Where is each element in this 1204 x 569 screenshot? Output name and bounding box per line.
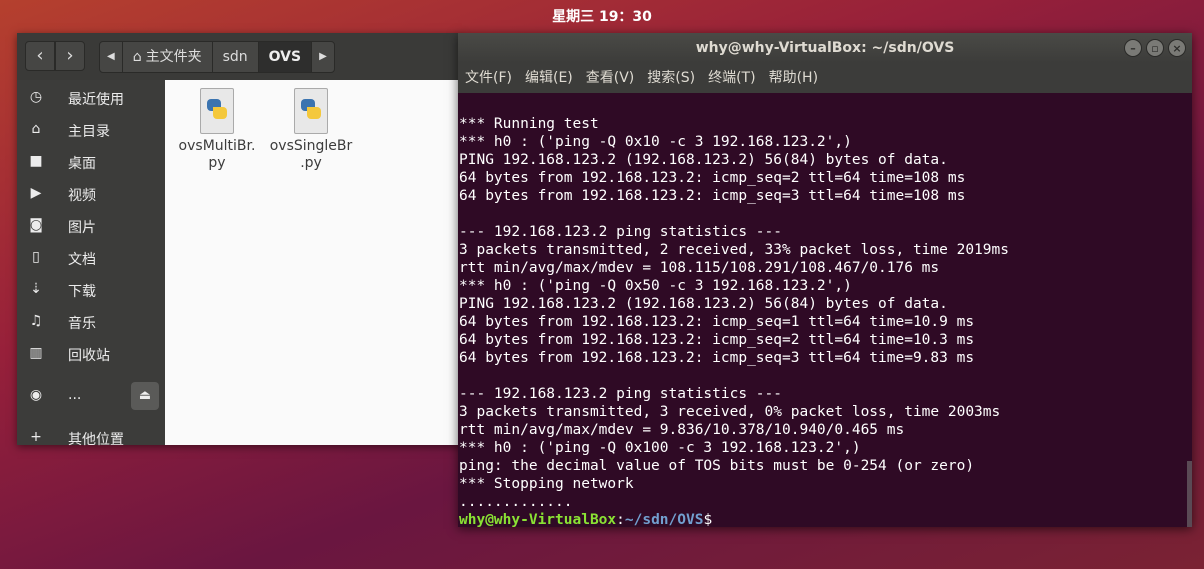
python-file-icon <box>294 88 328 134</box>
terminal-line: 3 packets transmitted, 2 received, 33% p… <box>459 242 1009 258</box>
prompt-user: why@why-VirtualBox <box>459 512 617 528</box>
terminal-prompt[interactable]: why@why-VirtualBox:~/sdn/OVS$ <box>458 511 1185 529</box>
terminal-line: 64 bytes from 192.168.123.2: icmp_seq=1 … <box>459 314 975 330</box>
terminal-line: 64 bytes from 192.168.123.2: icmp_seq=2 … <box>459 332 975 348</box>
chevron-left-icon: ‹ <box>36 45 44 66</box>
menu-help[interactable]: 帮助(H) <box>762 63 824 93</box>
file-name-line2: .py <box>300 155 322 171</box>
breadcrumb-sdn[interactable]: sdn <box>213 42 259 72</box>
prompt-symbol: $ <box>703 512 713 528</box>
clock[interactable]: 星期三 19：30 <box>0 6 1204 26</box>
eject-icon: ⏏ <box>138 388 152 403</box>
maximize-icon: ▫ <box>1151 42 1159 55</box>
terminal-line: ............. <box>459 494 573 510</box>
sidebar-item-trash[interactable]: ▥ 回收站 <box>17 338 165 370</box>
prompt-path: ~/sdn/OVS <box>624 512 704 528</box>
file-name-line1: ovsMultiBr. <box>178 138 256 154</box>
terminal-line: *** Running test <box>459 116 599 132</box>
close-icon: × <box>1172 42 1182 55</box>
file-view: ovsMultiBr. py ovsSingleBr .py <box>165 80 462 445</box>
video-icon: ▶ <box>30 185 42 201</box>
close-button[interactable]: × <box>1168 39 1186 57</box>
terminal-line: 3 packets transmitted, 3 received, 0% pa… <box>459 404 1001 420</box>
breadcrumb-ovs[interactable]: OVS <box>258 42 313 72</box>
terminal-line: --- 192.168.123.2 ping statistics --- <box>459 386 783 402</box>
breadcrumb-left-arrow[interactable]: ◀ <box>100 42 123 72</box>
music-icon: ♫ <box>29 313 43 329</box>
sidebar-item-pictures[interactable]: ◙ 图片 <box>17 210 165 242</box>
menu-file[interactable]: 文件(F) <box>458 63 518 93</box>
trash-icon: ▥ <box>29 345 43 361</box>
menu-edit[interactable]: 编辑(E) <box>518 63 579 93</box>
home-icon: ⌂ <box>31 121 41 137</box>
sidebar-item-home[interactable]: ⌂ 主目录 <box>17 114 165 146</box>
terminal-line: *** h0 : ('ping -Q 0x10 -c 3 192.168.123… <box>459 134 852 150</box>
file-name-line2: py <box>208 155 226 171</box>
sidebar: ◷ 最近使用 ⌂ 主目录 ■ 桌面 ▶ 视频 ◙ 图片 ▯ 文档 ⇣ 下载 ♫ 音乐 ▥ 回收站 … <box>17 80 165 448</box>
clock-icon: ◷ <box>29 89 43 105</box>
sidebar-item-music[interactable]: ♫ 音乐 <box>17 306 165 338</box>
triangle-left-icon: ◀ <box>107 51 115 62</box>
terminal-line: ping: the decimal value of TOS bits must… <box>459 458 975 474</box>
terminal-line: *** h0 : ('ping -Q 0x50 -c 3 192.168.123… <box>459 278 852 294</box>
breadcrumb-home[interactable]: ⌂ 主文件夹 <box>123 42 213 72</box>
file-item-ovsmultibr[interactable]: ovsMultiBr. py <box>173 88 261 172</box>
breadcrumb: ◀ ⌂ 主文件夹 sdn OVS ▶ <box>99 41 335 73</box>
window-controls: – ▫ × <box>1124 39 1186 57</box>
terminal-line: *** h0 : ('ping -Q 0x100 -c 3 192.168.12… <box>459 440 861 456</box>
breadcrumb-right-arrow[interactable]: ▶ <box>312 42 334 72</box>
document-icon: ▯ <box>32 249 40 265</box>
back-button[interactable]: ‹ <box>25 41 55 71</box>
camera-icon: ◙ <box>29 217 43 233</box>
terminal-line: *** Stopping network <box>459 476 634 492</box>
terminal-line: rtt min/avg/max/mdev = 108.115/108.291/1… <box>459 260 940 276</box>
sidebar-item-downloads[interactable]: ⇣ 下载 <box>17 274 165 306</box>
triangle-right-icon: ▶ <box>319 51 327 62</box>
eject-button[interactable]: ⏏ <box>131 382 159 410</box>
minimize-icon: – <box>1130 42 1136 55</box>
terminal-output[interactable]: *** Running test *** h0 : ('ping -Q 0x10… <box>458 93 1185 529</box>
prompt-separator: : <box>616 512 625 528</box>
minimize-button[interactable]: – <box>1124 39 1142 57</box>
terminal-line: rtt min/avg/max/mdev = 9.836/10.378/10.9… <box>459 422 905 438</box>
forward-button[interactable]: › <box>55 41 85 71</box>
chevron-right-icon: › <box>66 45 74 66</box>
sidebar-item-videos[interactable]: ▶ 视频 <box>17 178 165 210</box>
terminal-line: 64 bytes from 192.168.123.2: icmp_seq=3 … <box>459 188 966 204</box>
file-manager-header: ‹ › ◀ ⌂ 主文件夹 sdn OVS ▶ <box>17 33 462 80</box>
menu-view[interactable]: 查看(V) <box>579 63 641 93</box>
terminal-scrollbar[interactable] <box>1187 461 1192 527</box>
sidebar-item-documents[interactable]: ▯ 文档 <box>17 242 165 274</box>
file-manager-window: ‹ › ◀ ⌂ 主文件夹 sdn OVS ▶ ◷ 最近使用 ⌂ 主目录 ■ 桌面 ▶ 视频… <box>17 33 462 448</box>
sidebar-item-recent[interactable]: ◷ 最近使用 <box>17 82 165 114</box>
terminal-window: why@why-VirtualBox: ~/sdn/OVS – ▫ × 文件(F… <box>458 33 1192 529</box>
terminal-line: --- 192.168.123.2 ping statistics --- <box>459 224 783 240</box>
terminal-line: PING 192.168.123.2 (192.168.123.2) 56(84… <box>459 152 948 168</box>
menu-terminal[interactable]: 终端(T) <box>701 63 761 93</box>
disc-icon: ◉ <box>29 387 43 403</box>
terminal-line: 64 bytes from 192.168.123.2: icmp_seq=3 … <box>459 350 975 366</box>
sidebar-item-other-locations[interactable]: + 其他位置 <box>17 422 165 454</box>
download-icon: ⇣ <box>30 281 42 297</box>
terminal-title: why@why-VirtualBox: ~/sdn/OVS – ▫ × <box>458 33 1192 63</box>
terminal-line: PING 192.168.123.2 (192.168.123.2) 56(84… <box>459 296 948 312</box>
folder-icon: ■ <box>29 153 43 169</box>
python-file-icon <box>200 88 234 134</box>
maximize-button[interactable]: ▫ <box>1146 39 1164 57</box>
home-icon: ⌂ <box>132 49 142 65</box>
plus-icon: + <box>30 429 42 445</box>
terminal-menubar: 文件(F) 编辑(E) 查看(V) 搜索(S) 终端(T) 帮助(H) <box>458 63 1192 93</box>
sidebar-item-desktop[interactable]: ■ 桌面 <box>17 146 165 178</box>
file-item-ovssinglebr[interactable]: ovsSingleBr .py <box>267 88 355 172</box>
file-name-line1: ovsSingleBr <box>269 138 353 154</box>
terminal-line: 64 bytes from 192.168.123.2: icmp_seq=2 … <box>459 170 966 186</box>
top-panel: 星期三 19：30 <box>0 0 1204 30</box>
menu-search[interactable]: 搜索(S) <box>640 63 701 93</box>
